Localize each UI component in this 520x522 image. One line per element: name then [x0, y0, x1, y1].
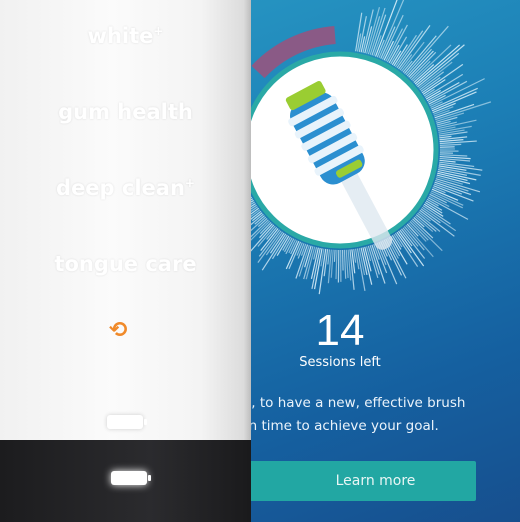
- battery-glow-icon: [111, 471, 151, 485]
- mode-suffix: +: [153, 24, 164, 38]
- usage-ray: [439, 143, 462, 146]
- mode-white: white+: [0, 24, 251, 48]
- usage-ray: [345, 249, 349, 278]
- usage-ray: [397, 230, 425, 267]
- message-line-1: ow, to have a new, effective brush: [232, 395, 466, 411]
- usage-ray: [266, 226, 278, 240]
- message-line-2: d in time to achieve your goal.: [232, 418, 439, 434]
- usage-ray: [439, 159, 456, 163]
- tongue-care-icon: ⟲: [109, 318, 128, 343]
- usage-ray: [439, 135, 452, 139]
- sessions-label: Sessions left: [299, 355, 381, 370]
- usage-ray: [439, 154, 468, 157]
- usage-ray: [335, 249, 338, 280]
- sessions-count: 14: [315, 306, 365, 355]
- usage-ray: [414, 44, 461, 85]
- usage-ray: [330, 249, 334, 278]
- mode-gum-health: gum health: [0, 100, 251, 124]
- usage-ray: [343, 249, 347, 279]
- usage-ray: [353, 248, 357, 263]
- usage-ray: [341, 249, 344, 271]
- mode-label: deep clean: [56, 176, 185, 200]
- handle-base: [0, 440, 251, 522]
- usage-ray: [327, 249, 331, 265]
- mode-tongue-care: tongue care: [0, 252, 251, 276]
- usage-ray: [410, 219, 443, 252]
- learn-more-button[interactable]: Learn more: [235, 461, 476, 501]
- usage-ray: [333, 249, 336, 262]
- battery-icon: [107, 415, 147, 429]
- mode-label: gum health: [58, 100, 193, 124]
- mode-label: tongue care: [54, 252, 197, 276]
- mode-label: white: [87, 24, 154, 48]
- toothbrush-handle: white+ gum health deep clean+ tongue car…: [0, 0, 251, 440]
- mode-suffix: +: [184, 176, 195, 190]
- mode-deep-clean: deep clean+: [0, 176, 251, 200]
